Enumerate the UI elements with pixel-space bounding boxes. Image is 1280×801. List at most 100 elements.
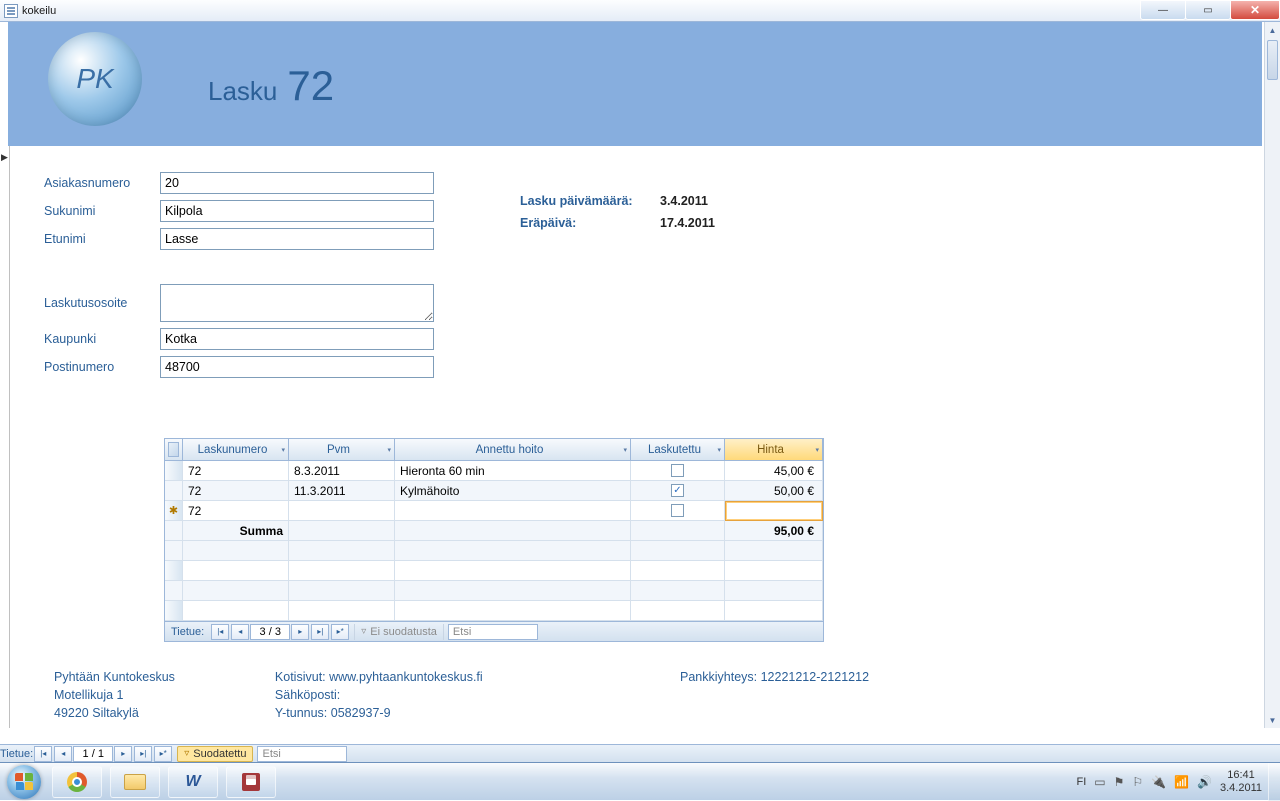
website-link[interactable]: www.pyhtaankuntokeskus.fi	[329, 670, 483, 684]
form-content: PK Lasku 72 ▶ Asiakasnumero Sukunimi Etu…	[0, 22, 1280, 744]
cell-pvm[interactable]: 11.3.2011	[289, 481, 395, 501]
lineitems-datasheet: Laskunumero▾ Pvm▾ Annettu hoito▾ Laskute…	[164, 438, 824, 642]
window-minimize-button[interactable]: —	[1140, 0, 1186, 20]
column-header-pvm[interactable]: Pvm▾	[289, 439, 395, 461]
city-field[interactable]	[160, 328, 434, 350]
window-maximize-button[interactable]: ▭	[1185, 0, 1231, 20]
main-nav-position-input[interactable]	[73, 746, 113, 762]
window-close-button[interactable]: ✕	[1230, 0, 1280, 20]
chrome-icon	[67, 772, 87, 792]
chevron-down-icon[interactable]: ▾	[387, 446, 391, 454]
logo-icon: PK	[48, 32, 142, 126]
main-nav-first-button[interactable]: |◂	[34, 746, 52, 762]
company-website: Kotisivut: www.pyhtaankuntokeskus.fi	[275, 670, 483, 684]
table-sum-row: Summa95,00 €	[165, 521, 823, 541]
company-bizid: Y-tunnus: 0582937-9	[275, 706, 483, 720]
value-due-date: 17.4.2011	[660, 216, 715, 230]
cell-hoito[interactable]	[395, 501, 631, 521]
power-icon[interactable]: 🔌	[1151, 775, 1166, 789]
page-title: Lasku 72	[208, 62, 334, 110]
table-row[interactable]: 7211.3.2011Kylmähoito ✓ 50,00 €	[165, 481, 823, 501]
vertical-scrollbar[interactable]: ▲ ▼	[1264, 22, 1280, 728]
main-nav-next-button[interactable]: ▸	[114, 746, 132, 762]
cell-hoito[interactable]: Kylmähoito	[395, 481, 631, 501]
column-header-laskunumero[interactable]: Laskunumero▾	[183, 439, 289, 461]
start-button[interactable]	[0, 763, 48, 801]
cell-laskutettu[interactable]	[631, 461, 725, 481]
value-invoice-date: 3.4.2011	[660, 194, 708, 208]
nav-prev-button[interactable]: ◂	[231, 624, 249, 640]
billing-address-field[interactable]	[160, 284, 434, 322]
cell-pvm[interactable]	[289, 501, 395, 521]
word-icon: W	[185, 773, 200, 791]
cell-hinta[interactable]: 45,00 €	[725, 461, 823, 481]
row-selector[interactable]	[165, 461, 183, 481]
column-header-hinta[interactable]: Hinta▾	[725, 439, 823, 461]
cell-hinta[interactable]	[725, 501, 823, 521]
nav-first-button[interactable]: |◂	[211, 624, 229, 640]
cell-laskunumero[interactable]: 72	[183, 481, 289, 501]
lastname-field[interactable]	[160, 200, 434, 222]
table-row-empty	[165, 601, 823, 621]
main-filter-toggle[interactable]: ▿Suodatettu	[177, 746, 253, 762]
taskbar-item-access[interactable]	[226, 766, 276, 798]
window-titlebar: kokeilu — ▭ ✕	[0, 0, 1280, 22]
nav-new-button[interactable]: ▸*	[331, 624, 349, 640]
main-nav-new-button[interactable]: ▸*	[154, 746, 172, 762]
chevron-down-icon[interactable]: ▾	[623, 446, 627, 454]
tray-icon[interactable]: ▭	[1094, 775, 1105, 789]
action-center-icon[interactable]: ⚑	[1114, 775, 1125, 789]
cell-laskunumero[interactable]: 72	[183, 501, 289, 521]
scroll-up-icon[interactable]: ▲	[1265, 22, 1280, 38]
column-header-laskutettu[interactable]: Laskutettu▾	[631, 439, 725, 461]
scroll-thumb[interactable]	[1267, 40, 1278, 80]
chevron-down-icon[interactable]: ▾	[281, 446, 285, 454]
nav-last-button[interactable]: ▸|	[311, 624, 329, 640]
network-icon[interactable]: 📶	[1174, 775, 1189, 789]
filter-toggle[interactable]: ▿Ei suodatusta	[354, 624, 444, 640]
scroll-down-icon[interactable]: ▼	[1265, 712, 1280, 728]
customer-number-field[interactable]	[160, 172, 434, 194]
cell-laskunumero[interactable]: 72	[183, 461, 289, 481]
taskbar-item-explorer[interactable]	[110, 766, 160, 798]
taskbar-clock[interactable]: 16:41 3.4.2011	[1220, 769, 1262, 793]
nav-next-button[interactable]: ▸	[291, 624, 309, 640]
row-selector[interactable]	[165, 481, 183, 501]
flag-icon[interactable]: ⚐	[1132, 775, 1143, 789]
show-desktop-button[interactable]	[1268, 763, 1280, 801]
cell-pvm[interactable]: 8.3.2011	[289, 461, 395, 481]
chevron-down-icon[interactable]: ▾	[815, 446, 819, 454]
label-zip: Postinumero	[44, 360, 160, 374]
cell-laskutettu[interactable]: ✓	[631, 481, 725, 501]
zip-field[interactable]	[160, 356, 434, 378]
taskbar-item-word[interactable]: W	[168, 766, 218, 798]
subform-record-nav: Tietue: |◂ ◂ ▸ ▸| ▸* ▿Ei suodatusta	[165, 621, 823, 641]
window-title: kokeilu	[22, 5, 56, 17]
table-row[interactable]: 728.3.2011Hieronta 60 min 45,00 €	[165, 461, 823, 481]
bank-info: Pankkiyhteys: 12221212-2121212	[680, 670, 869, 684]
chevron-down-icon[interactable]: ▾	[717, 446, 721, 454]
cell-hinta[interactable]: 50,00 €	[725, 481, 823, 501]
checkbox[interactable]	[671, 464, 684, 477]
cell-laskutettu[interactable]	[631, 501, 725, 521]
taskbar-item-chrome[interactable]	[52, 766, 102, 798]
cell-hoito[interactable]: Hieronta 60 min	[395, 461, 631, 481]
volume-icon[interactable]: 🔊	[1197, 775, 1212, 789]
language-indicator[interactable]: FI	[1076, 776, 1086, 788]
table-row[interactable]: ✱72	[165, 501, 823, 521]
subform-search-input[interactable]	[448, 624, 538, 640]
checkbox[interactable]: ✓	[671, 484, 684, 497]
sum-value: 95,00 €	[725, 521, 823, 541]
row-selector[interactable]: ✱	[165, 501, 183, 521]
firstname-field[interactable]	[160, 228, 434, 250]
record-selector[interactable]: ▶	[0, 146, 10, 728]
select-all-corner[interactable]	[165, 439, 183, 461]
main-nav-prev-button[interactable]: ◂	[54, 746, 72, 762]
checkbox[interactable]	[671, 504, 684, 517]
main-search-input[interactable]	[257, 746, 347, 762]
table-row-empty	[165, 581, 823, 601]
main-nav-last-button[interactable]: ▸|	[134, 746, 152, 762]
nav-position-input[interactable]	[250, 624, 290, 640]
windows-logo-icon	[7, 765, 41, 799]
column-header-hoito[interactable]: Annettu hoito▾	[395, 439, 631, 461]
